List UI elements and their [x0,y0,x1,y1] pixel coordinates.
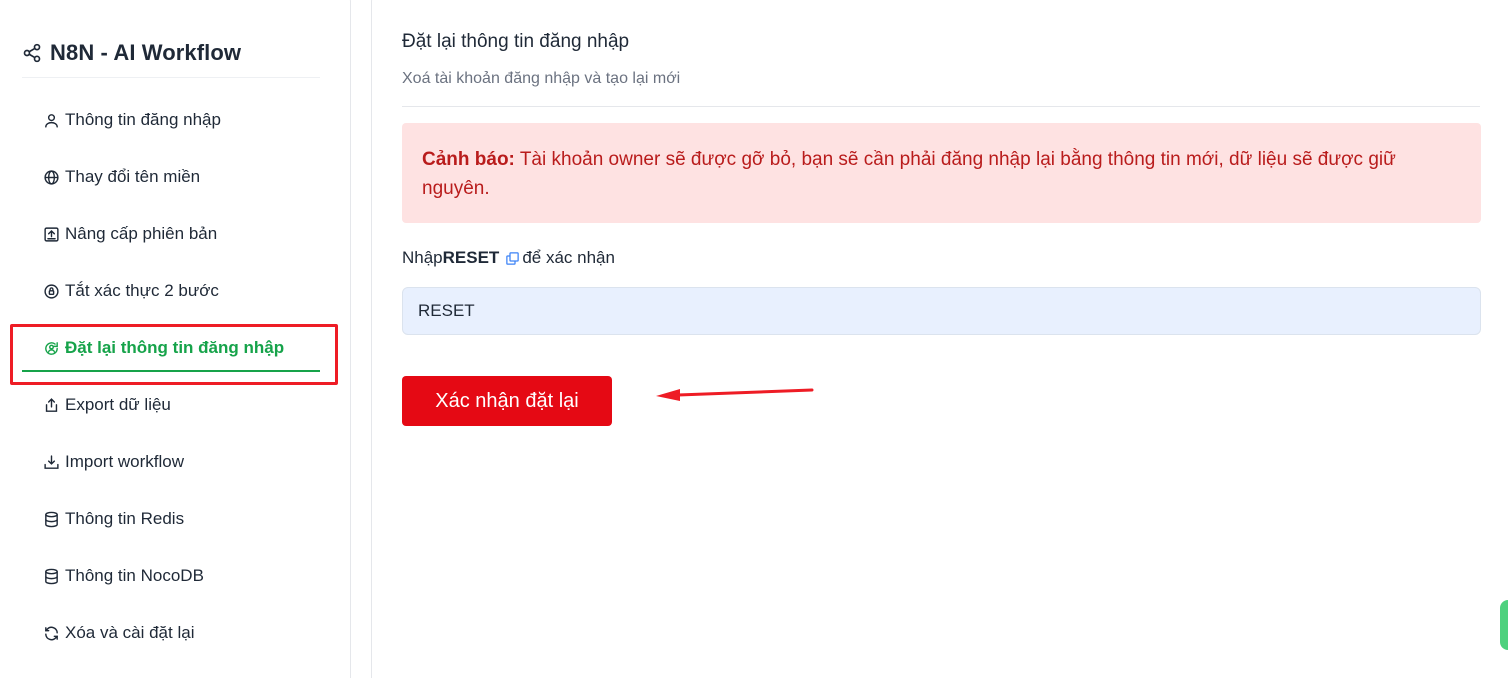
page-subtitle: Xoá tài khoản đăng nhập và tạo lại mới [402,70,681,87]
user-icon [45,113,58,128]
brand: N8N - AI Workflow [22,40,320,78]
sidebar-item-label: Nâng cấp phiên bản [65,224,218,243]
confirm-prefix: Nhập [402,248,443,267]
sidebar-item-label: Thông tin đăng nhập [65,110,221,129]
export-icon [45,397,58,412]
sidebar-item-import[interactable]: Import workflow [43,450,184,474]
sidebar-item-label: Import workflow [65,452,185,471]
sidebar-item-export[interactable]: Export dữ liệu [43,393,171,417]
confirm-label: Nhập RESET để xác nhận [402,248,615,268]
import-icon [44,454,59,469]
confirm-input[interactable] [402,287,1481,335]
content-panel [371,0,1508,678]
sidebar-item-disable-2fa[interactable]: Tắt xác thực 2 bước [43,279,219,303]
sidebar-item-reinstall[interactable]: Xóa và cài đặt lại [43,621,194,645]
floating-widget-edge[interactable] [1500,600,1508,650]
sidebar-item-login-info[interactable]: Thông tin đăng nhập [43,108,221,132]
annotation-highlight-box [10,324,338,385]
database-icon [45,568,58,584]
warning-alert: Cảnh báo: Tài khoản owner sẽ được gỡ bỏ,… [402,123,1481,223]
annotation-arrow [656,388,814,401]
sidebar-item-label: Tắt xác thực 2 bước [65,281,219,300]
warning-label: Cảnh báo: [422,149,515,170]
divider [402,106,1480,107]
confirm-keyword: RESET [442,248,500,267]
database-icon [45,511,58,527]
sidebar-item-upgrade[interactable]: Nâng cấp phiên bản [43,222,217,246]
sidebar-item-label: Export dữ liệu [65,395,171,414]
two-factor-icon [44,283,59,299]
share-icon [23,43,41,63]
warning-text: Tài khoản owner sẽ được gỡ bỏ, bạn sẽ cầ… [422,149,1396,199]
sidebar-item-label: Thông tin NocoDB [65,566,204,585]
sidebar-item-redis[interactable]: Thông tin Redis [43,507,184,531]
sidebar-item-label: Thay đổi tên miền [65,167,201,186]
sidebar-item-change-domain[interactable]: Thay đổi tên miền [43,165,200,189]
sidebar-item-nocodb[interactable]: Thông tin NocoDB [43,564,204,588]
app-title: N8N - AI Workflow [50,40,242,65]
refresh-icon [45,626,58,640]
copy-icon[interactable] [505,251,520,266]
confirm-reset-button[interactable]: Xác nhận đặt lại [402,376,612,426]
globe-icon [44,169,59,185]
sidebar-item-label: Xóa và cài đặt lại [65,623,195,642]
sidebar-item-label: Thông tin Redis [65,509,185,528]
page-title: Đặt lại thông tin đăng nhập [402,31,630,52]
confirm-suffix: để xác nhận [522,248,615,267]
upgrade-icon [44,226,59,242]
